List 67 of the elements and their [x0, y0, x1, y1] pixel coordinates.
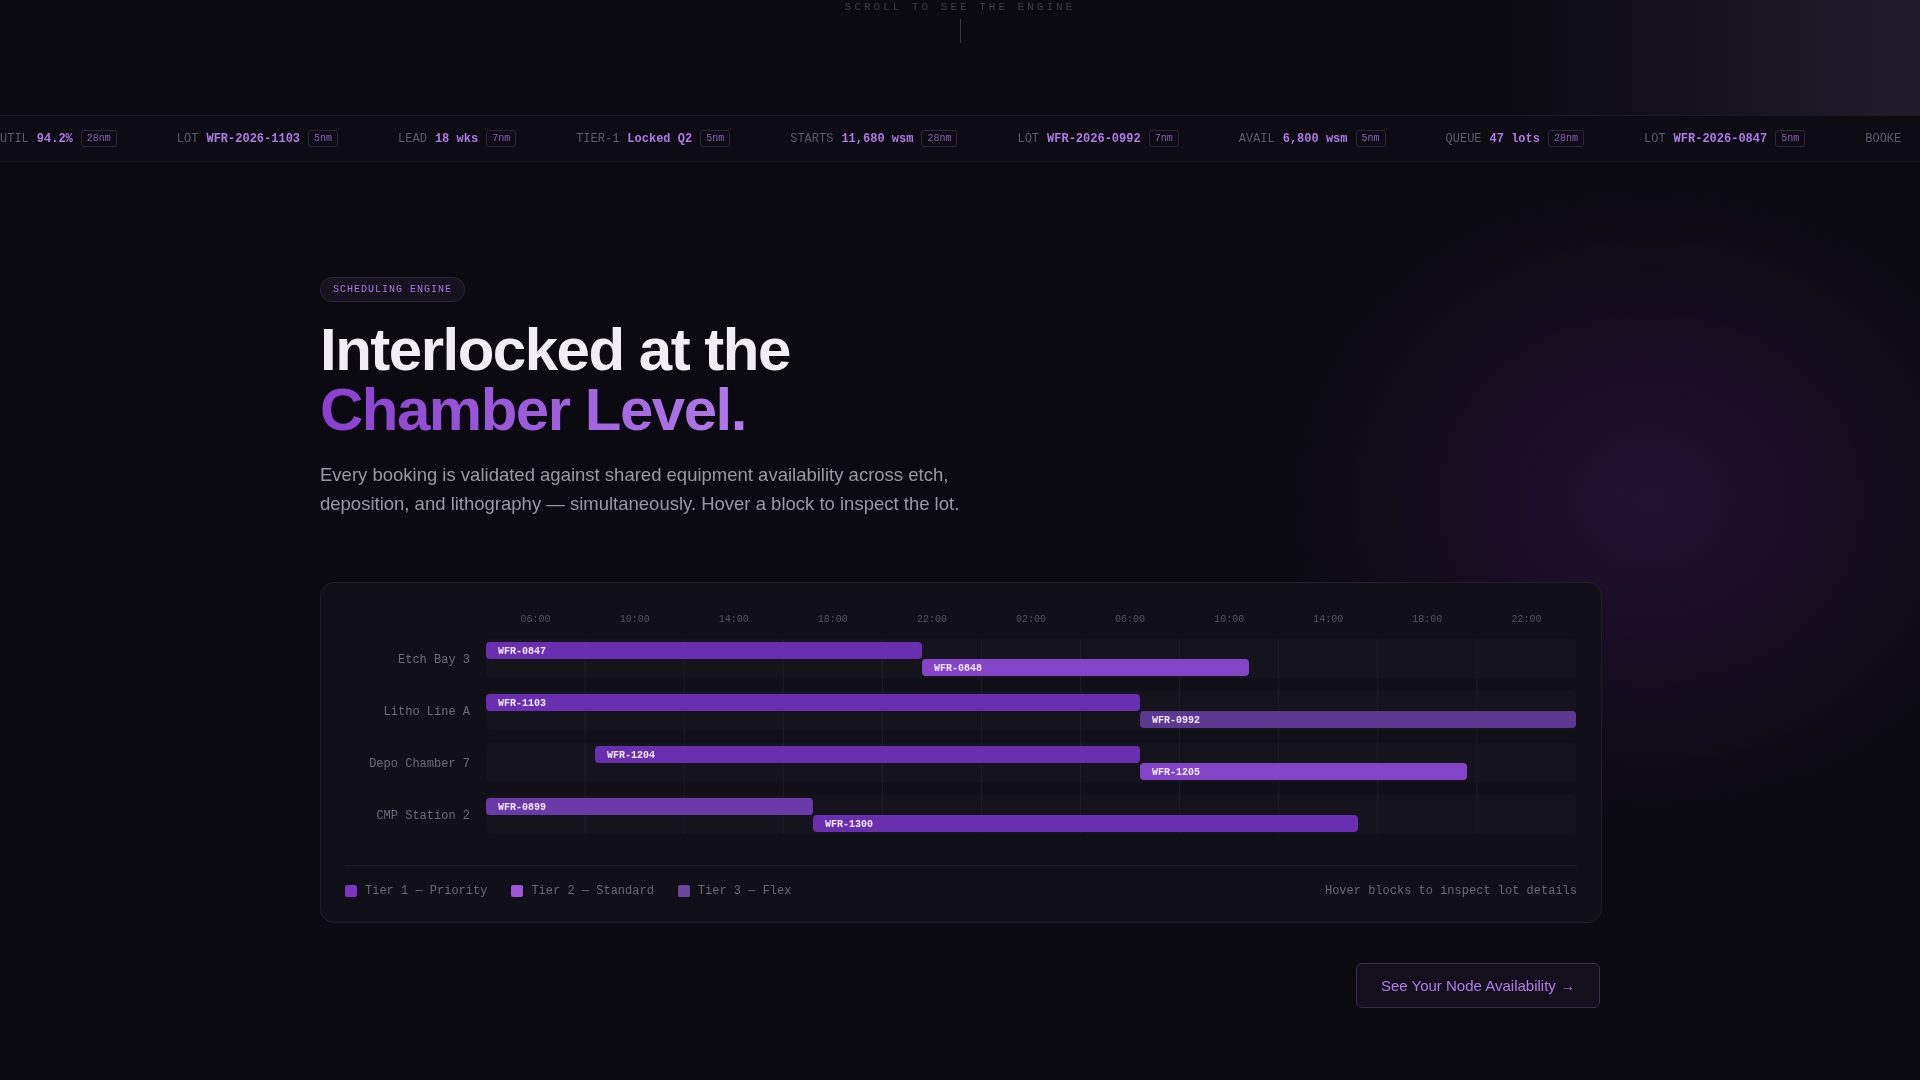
lot-label: WFR-1205 — [1152, 767, 1200, 778]
node-badge: 28nm — [1547, 130, 1584, 147]
section-tag: SCHEDULING ENGINE — [320, 277, 466, 302]
node-badge: 5nm — [1775, 130, 1806, 147]
lane-label: Depo Chamber 7 — [369, 757, 470, 771]
legend-label: Tier 3 — Flex — [697, 884, 792, 898]
lot-label: WFR-1204 — [607, 750, 655, 761]
ticker-label: STARTS — [790, 131, 834, 146]
time-tick: 10:00 — [1214, 614, 1245, 625]
lot-label: WFR-0848 — [934, 663, 982, 674]
ticker-label: UTIL — [0, 131, 29, 146]
headline: Interlocked at the — [320, 320, 790, 380]
ticker-value: 11,680 wsm — [841, 131, 914, 146]
scroll-line — [959, 19, 961, 43]
schedule-bar[interactable] — [922, 659, 1249, 676]
lot-label: WFR-0899 — [498, 802, 546, 813]
schedule-bar[interactable] — [1140, 711, 1576, 728]
schedule-bar[interactable] — [486, 798, 813, 815]
schedule-bar[interactable] — [486, 642, 922, 659]
time-tick: 18:00 — [817, 614, 848, 625]
ticker-value: 6,800 wsm — [1282, 131, 1348, 146]
lot-label: WFR-0992 — [1152, 715, 1200, 726]
lane-label: Litho Line A — [383, 705, 470, 719]
node-badge: 28nm — [921, 130, 958, 147]
time-tick: 18:00 — [1412, 614, 1443, 625]
lane-label: CMP Station 2 — [376, 809, 470, 823]
ticker-value: 47 lots — [1489, 131, 1540, 146]
time-tick: 22:00 — [916, 614, 947, 625]
ticker-label: BOOKE — [1865, 131, 1902, 146]
ticker-label: LOT — [1017, 131, 1040, 146]
node-badge: 5nm — [700, 130, 731, 147]
lane-label: Etch Bay 3 — [398, 653, 470, 667]
schedule-bar[interactable] — [595, 746, 1140, 763]
schedule-bar[interactable] — [1140, 763, 1467, 780]
node-availability-button[interactable]: See Your Node Availability → — [1355, 963, 1600, 1008]
ticker-value: WFR-2026-0847 — [1673, 131, 1768, 146]
node-badge: 28nm — [80, 130, 117, 147]
time-tick: 10:00 — [619, 614, 650, 625]
node-badge: 7nm — [1148, 130, 1179, 147]
time-tick: 02:00 — [1016, 614, 1046, 625]
ticker-value: Locked Q2 — [627, 131, 693, 146]
ticker-value: 94.2% — [36, 131, 73, 146]
ticker-value: WFR-2026-1103 — [206, 131, 301, 146]
lot-label: WFR-1300 — [825, 819, 873, 830]
ticker-label: AVAIL — [1238, 131, 1275, 146]
time-tick: 06:00 — [520, 614, 551, 625]
ticker-label: LOT — [1644, 131, 1666, 146]
ticker-value: 18 wks — [434, 131, 479, 146]
schedule-bar[interactable] — [813, 815, 1358, 832]
legend-label: Tier 2 — Standard — [531, 884, 654, 898]
time-tick: 14:00 — [1313, 614, 1344, 625]
lot-label: WFR-1103 — [498, 698, 546, 709]
ticker-label: TIER-1 — [576, 131, 620, 146]
time-tick: 22:00 — [1511, 614, 1542, 625]
time-tick: 06:00 — [1115, 614, 1146, 625]
ticker-label: LOT — [176, 131, 199, 146]
node-badge: 5nm — [1355, 130, 1386, 147]
time-tick: 14:00 — [718, 614, 749, 625]
ticker-label: LEAD — [398, 131, 427, 146]
ticker-value: WFR-2026-0992 — [1047, 131, 1141, 146]
node-badge: 5nm — [308, 130, 339, 147]
lot-label: WFR-0847 — [498, 646, 546, 657]
legend-label: Tier 1 — Priority — [365, 884, 488, 898]
node-badge: 7nm — [486, 130, 517, 147]
description: Every booking is validated against shared equipment availability across etch, deposition, and lithography — simultaneously. Hover a block to inspect the lot. — [320, 463, 961, 516]
ticker-label: QUEUE — [1445, 131, 1482, 146]
hover-hint: Hover blocks to inspect lot details — [1324, 884, 1577, 898]
